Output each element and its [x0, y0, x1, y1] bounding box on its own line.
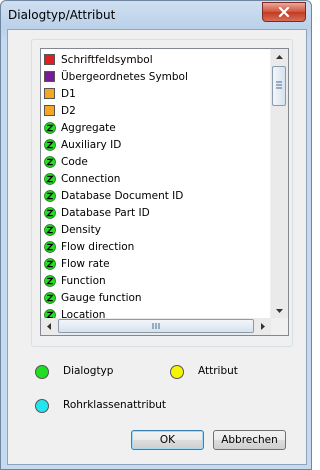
- list-item[interactable]: Density: [41, 221, 273, 238]
- list-item[interactable]: Auxiliary ID: [41, 136, 273, 153]
- list-item[interactable]: Connection: [41, 170, 273, 187]
- green-dialog-icon: [44, 172, 56, 185]
- green-dialog-icon: [44, 291, 56, 304]
- arrow-up-icon: [275, 55, 283, 59]
- list-item[interactable]: Database Document ID: [41, 187, 273, 204]
- cancel-button[interactable]: Abbrechen: [213, 430, 286, 450]
- attribut-legend-label: Attribut: [198, 365, 238, 377]
- vertical-scrollbar[interactable]: [270, 49, 288, 319]
- list-item-label: Connection: [61, 172, 121, 185]
- attribute-listbox[interactable]: Schriftfeldsymbol Übergeordnetes Symbol D1…: [40, 48, 289, 336]
- green-dialog-icon: [44, 138, 56, 151]
- dialog-window: Dialogtyp/Attribut Schriftfeldsymbol Über…: [0, 0, 312, 470]
- ok-button[interactable]: OK: [131, 430, 204, 450]
- list-item-label: D1: [61, 87, 76, 100]
- list-item[interactable]: D1: [41, 85, 273, 102]
- list-item-label: Flow rate: [61, 257, 110, 270]
- list-item[interactable]: Schriftfeldsymbol: [41, 51, 273, 68]
- list-item-label: Database Document ID: [61, 189, 184, 202]
- arrow-right-icon: [261, 322, 265, 330]
- green-dialog-icon: [44, 155, 56, 168]
- horizontal-scroll-thumb[interactable]: [58, 319, 254, 333]
- list-item-label: Aggregate: [61, 121, 116, 134]
- dialogtyp-legend-dot: [35, 365, 49, 379]
- green-dialog-icon: [44, 257, 56, 270]
- scrollbar-corner: [271, 318, 288, 335]
- orange-square-icon: [44, 88, 55, 99]
- green-dialog-icon: [44, 206, 56, 219]
- dialogtyp-legend-label: Dialogtyp: [63, 365, 114, 377]
- grip-icon: [152, 323, 160, 329]
- dialog-client-area: Schriftfeldsymbol Übergeordnetes Symbol D1…: [7, 29, 307, 465]
- window-title: Dialogtyp/Attribut: [8, 8, 116, 22]
- list-item[interactable]: Aggregate: [41, 119, 273, 136]
- list-item-label: Schriftfeldsymbol: [61, 53, 153, 66]
- red-square-icon: [44, 54, 55, 65]
- list-item[interactable]: Übergeordnetes Symbol: [41, 68, 273, 85]
- list-item-label: Gauge function: [61, 291, 142, 304]
- list-item[interactable]: Database Part ID: [41, 204, 273, 221]
- close-icon: [278, 7, 290, 17]
- list-item[interactable]: Code: [41, 153, 273, 170]
- list-item[interactable]: Function: [41, 272, 273, 289]
- title-bar[interactable]: Dialogtyp/Attribut: [1, 1, 311, 31]
- arrow-left-icon: [47, 322, 51, 330]
- list-item-label: Function: [61, 274, 106, 287]
- orange-square-icon: [44, 105, 55, 116]
- list-item[interactable]: Flow direction: [41, 238, 273, 255]
- list-item-label: Auxiliary ID: [61, 138, 122, 151]
- green-dialog-icon: [44, 240, 56, 253]
- list-item[interactable]: Flow rate: [41, 255, 273, 272]
- list-item-label: Code: [61, 155, 88, 168]
- list-item-label: Database Part ID: [61, 206, 150, 219]
- list-items: Schriftfeldsymbol Übergeordnetes Symbol D1…: [41, 51, 273, 321]
- list-item-label: D2: [61, 104, 76, 117]
- arrow-down-icon: [275, 309, 283, 313]
- list-item[interactable]: Gauge function: [41, 289, 273, 306]
- green-dialog-icon: [44, 274, 56, 287]
- rohrklassenattribut-legend-dot: [35, 399, 49, 413]
- list-item-label: Flow direction: [61, 240, 135, 253]
- list-item-label: Density: [61, 223, 101, 236]
- close-button[interactable]: [262, 2, 306, 22]
- vertical-scroll-thumb[interactable]: [272, 66, 286, 106]
- horizontal-scrollbar[interactable]: [41, 318, 271, 335]
- scroll-left-button[interactable]: [41, 318, 57, 334]
- attribut-legend-dot: [170, 365, 184, 379]
- rohrklassenattribut-legend-label: Rohrklassenattribut: [63, 399, 167, 411]
- grip-icon: [276, 81, 282, 89]
- scroll-up-button[interactable]: [271, 49, 287, 65]
- green-dialog-icon: [44, 189, 56, 202]
- purple-square-icon: [44, 71, 55, 82]
- list-item-label: Übergeordnetes Symbol: [61, 70, 188, 83]
- green-dialog-icon: [44, 223, 56, 236]
- scroll-down-button[interactable]: [271, 303, 287, 319]
- scroll-right-button[interactable]: [255, 318, 271, 334]
- green-dialog-icon: [44, 121, 56, 134]
- list-item[interactable]: D2: [41, 102, 273, 119]
